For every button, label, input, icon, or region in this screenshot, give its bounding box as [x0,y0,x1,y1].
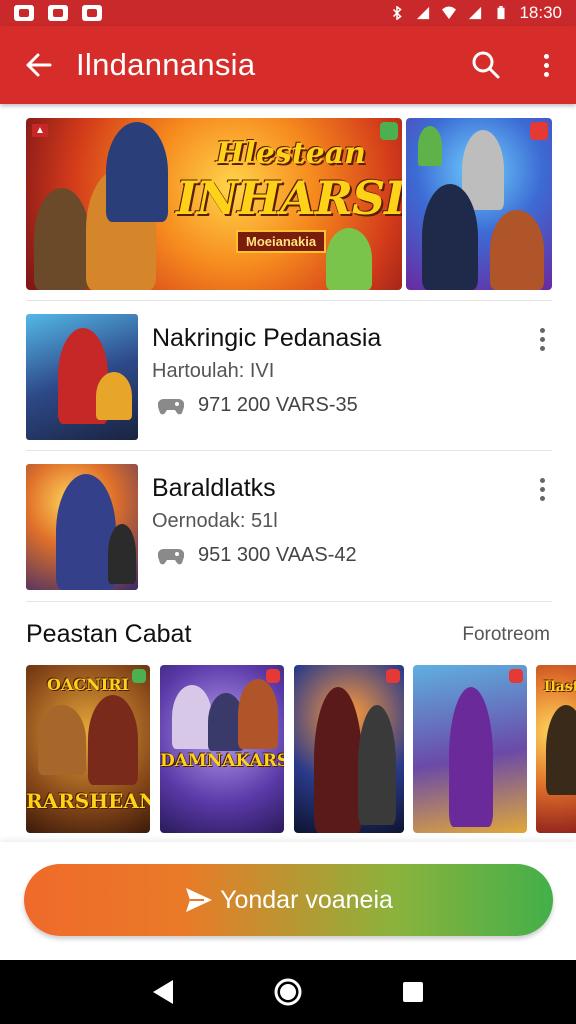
back-button[interactable] [0,51,76,79]
divider [26,300,552,301]
page-title: Ilndannansia [76,47,256,82]
list-item-meta: 951 300 VAAS-42 [158,544,357,567]
featured-banner[interactable]: ▲ Hlestean INHARSIN Moeianakia [26,118,552,290]
system-nav-bar [0,960,576,1024]
primary-cta-button[interactable]: Yondar voaneia [24,864,553,936]
character-figure [314,687,362,833]
section-title: Peastan Cabat [26,620,192,648]
character-figure [418,126,442,166]
search-button[interactable] [456,35,516,95]
overflow-menu-button[interactable] [516,35,576,95]
character-figure [106,122,168,222]
list-item-subtitle: Oernodak: 51l [152,510,278,532]
android-badge-icon [509,669,523,683]
android-badge-icon [386,669,400,683]
list-item-title: Baraldlatks [152,474,276,502]
game-card[interactable] [294,665,404,833]
character-figure [326,228,372,290]
search-icon [472,51,500,79]
brand-logo: ▲ [32,124,48,137]
notification-icon [82,5,102,21]
status-bar: 18:30 [0,0,576,26]
character-figure [238,679,278,749]
nav-back-button[interactable] [143,972,183,1012]
list-item[interactable]: Nakringic Pedanasia Hartoulah: IVI 971 2… [26,314,552,440]
list-item[interactable]: Baraldlatks Oernodak: 51l 951 300 VAAS-4… [26,464,552,590]
app-bar: Ilndannansia [0,26,576,104]
android-badge-icon [530,122,548,140]
divider [26,601,552,602]
android-badge-icon [380,122,398,140]
status-time: 18:30 [519,3,562,22]
signal-icon [469,6,482,20]
android-badge-icon [266,669,280,683]
character-figure [96,372,132,420]
more-vert-icon [543,53,549,77]
nav-home-button[interactable] [268,972,308,1012]
character-figure [108,524,136,584]
game-card[interactable]: Ilaste [536,665,576,833]
android-badge-icon [132,669,146,683]
list-item-thumbnail [26,314,138,440]
character-figure [490,210,544,290]
more-options-button[interactable] [532,474,552,504]
list-item-title: Nakringic Pedanasia [152,324,382,352]
square-recents-icon [403,982,424,1002]
character-figure [88,695,138,785]
character-figure [358,705,396,825]
cta-label: Yondar voaneia [220,885,393,914]
gamepad-icon [158,548,184,564]
list-item-thumbnail [26,464,138,590]
character-figure [172,685,212,749]
divider [26,450,552,451]
character-figure [34,188,90,290]
character-figure [449,687,493,827]
list-item-meta: 971 200 VARS-35 [158,394,358,417]
bottom-action-area: Yondar voaneia [0,842,576,960]
gamepad-icon [158,398,184,414]
battery-icon [497,6,505,20]
character-figure [546,705,576,795]
game-card[interactable] [413,665,527,833]
banner-subtitle: Moeianakia [236,230,327,253]
banner-side-image[interactable] [406,118,552,290]
banner-main-image[interactable]: ▲ Hlestean INHARSIN Moeianakia [26,118,402,290]
game-card[interactable]: OACNIRI RARSHEAN [26,665,150,833]
notification-icon [14,5,34,21]
nav-recents-button[interactable] [393,972,433,1012]
list-item-subtitle: Hartoulah: IVI [152,360,275,382]
banner-title: Hlestean INHARSIN [176,136,402,225]
character-figure [422,184,478,290]
character-figure [38,705,86,775]
circle-home-icon [274,978,302,1006]
game-carousel[interactable]: OACNIRI RARSHEAN DAMNAKARS Ilaste [26,665,576,833]
send-icon [186,888,213,912]
signal-icon [417,6,430,20]
more-options-button[interactable] [532,324,552,354]
bluetooth-icon [393,6,403,20]
see-all-link[interactable]: Forotreom [462,624,550,646]
notification-icon [48,5,68,21]
arrow-left-icon [26,53,52,77]
triangle-back-icon [152,980,173,1004]
list-item-stats: 951 300 VAAS-42 [198,544,357,566]
wifi-icon [442,6,457,20]
main-content: ▲ Hlestean INHARSIN Moeianakia Nakrin [0,104,576,842]
character-figure [56,474,116,590]
game-card[interactable]: DAMNAKARS [160,665,284,833]
list-item-stats: 971 200 VARS-35 [198,394,358,416]
